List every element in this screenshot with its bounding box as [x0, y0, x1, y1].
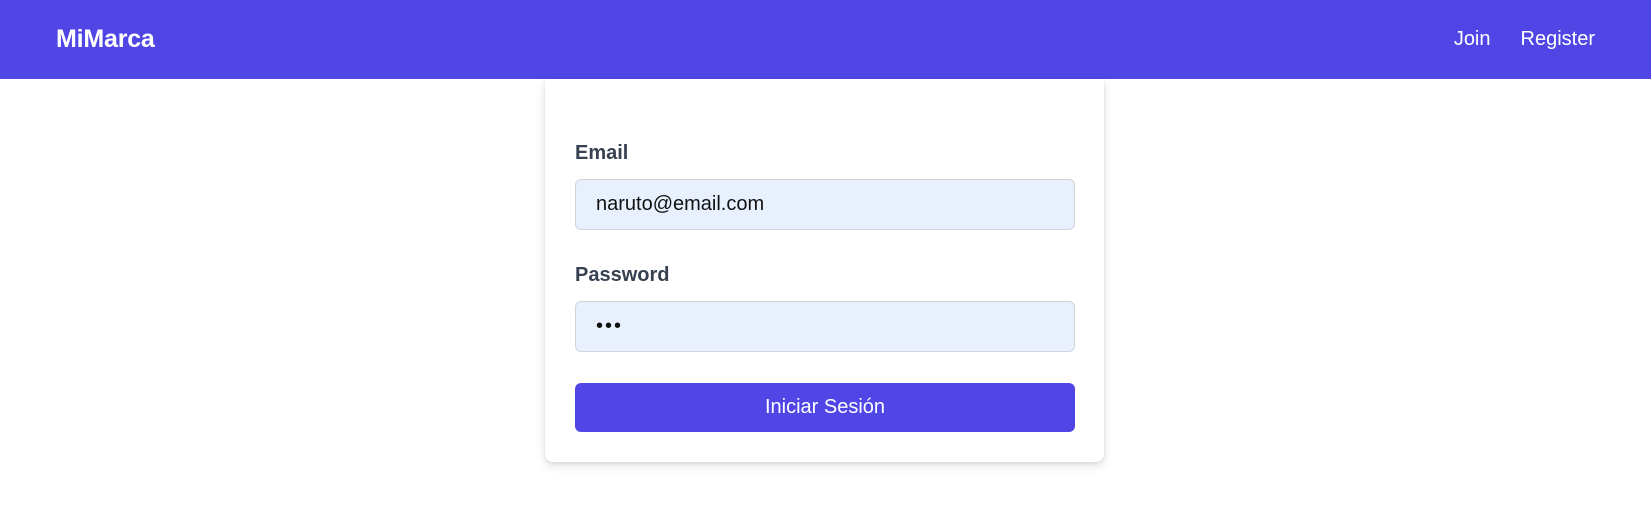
brand-logo[interactable]: MiMarca	[56, 25, 155, 54]
top-navbar: MiMarca Join Register	[0, 0, 1651, 79]
email-label: Email	[575, 142, 629, 164]
password-label: Password	[575, 264, 670, 286]
register-link[interactable]: Register	[1521, 28, 1595, 51]
login-card: Email Password Iniciar Sesión	[545, 79, 1104, 462]
nav-links: Join Register	[1454, 28, 1595, 51]
login-submit-button[interactable]: Iniciar Sesión	[575, 383, 1075, 432]
email-field[interactable]	[575, 179, 1075, 230]
join-link[interactable]: Join	[1454, 28, 1491, 51]
password-field[interactable]	[575, 301, 1075, 352]
